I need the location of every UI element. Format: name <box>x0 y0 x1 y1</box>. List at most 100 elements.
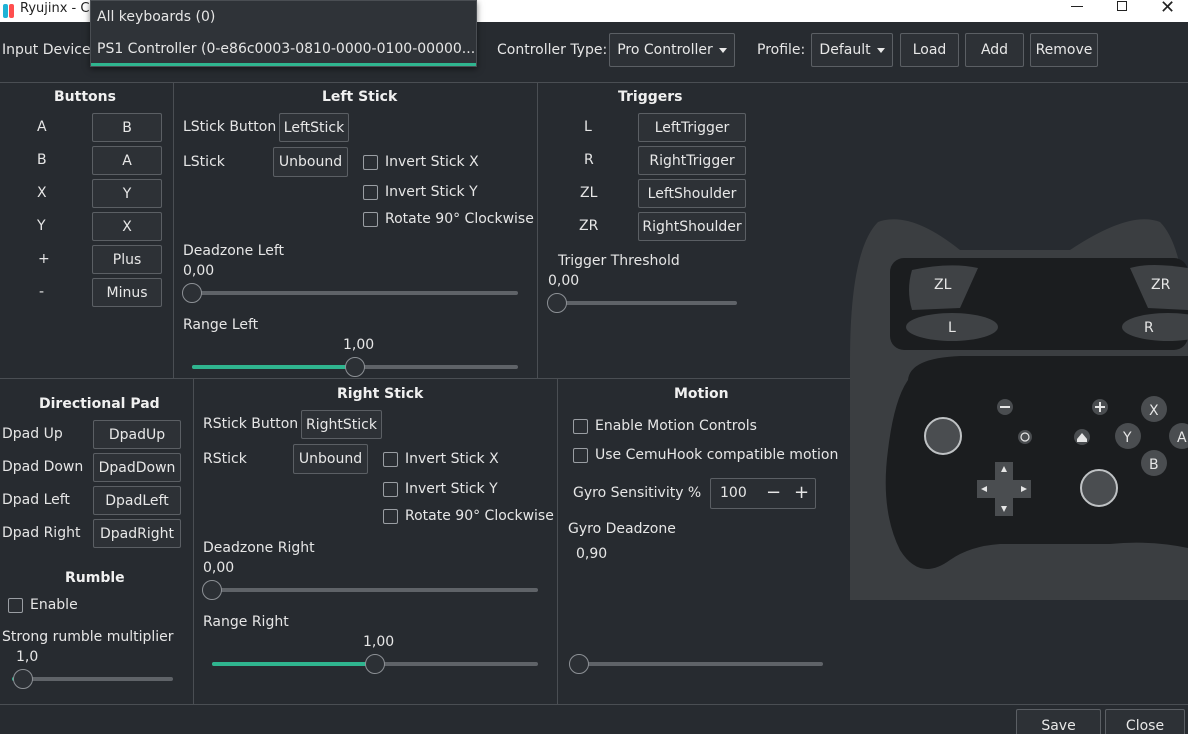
trigger-key-label: R <box>584 152 594 168</box>
controller-diagram: ZL ZR L R X Y A B <box>850 219 1188 600</box>
range-left-value: 1,00 <box>343 337 375 353</box>
minimize-icon[interactable] <box>1071 6 1083 7</box>
close-window-icon[interactable]: ✕ <box>1160 0 1175 18</box>
button-key-label: A <box>37 119 47 135</box>
strong-rumble-label: Strong rumble multiplier <box>2 629 174 645</box>
cemuhook-checkbox[interactable]: Use CemuHook compatible motion <box>573 447 838 463</box>
app-logo-icon <box>3 4 15 18</box>
trigger-threshold-slider[interactable] <box>547 293 737 313</box>
close-button[interactable]: Close <box>1105 709 1185 734</box>
dpad-key-label: Dpad Up <box>2 426 63 442</box>
left-stick-shape <box>924 417 962 455</box>
load-profile-button[interactable]: Load <box>900 33 959 67</box>
button-y-binding[interactable]: X <box>92 212 162 241</box>
right-invert-y-checkbox[interactable]: Invert Stick Y <box>383 481 498 497</box>
gyro-deadzone-slider[interactable] <box>569 654 823 674</box>
rstick-button-label: RStick Button <box>203 416 299 432</box>
buttons-section-title: Buttons <box>54 89 116 105</box>
gyro-sensitivity-label: Gyro Sensitivity % <box>573 485 702 501</box>
enable-motion-checkbox[interactable]: Enable Motion Controls <box>573 418 757 434</box>
dpad-right-binding[interactable]: DpadRight <box>93 519 181 548</box>
trigger-l-binding[interactable]: LeftTrigger <box>638 113 746 142</box>
increment-icon[interactable]: + <box>794 482 809 503</box>
maximize-icon[interactable] <box>1117 1 1127 11</box>
dpad-key-label: Dpad Right <box>2 525 81 541</box>
button-key-label: B <box>37 152 47 168</box>
range-left-slider[interactable] <box>192 357 518 377</box>
range-right-label: Range Right <box>203 614 289 630</box>
remove-profile-button[interactable]: Remove <box>1030 33 1098 67</box>
gyro-deadzone-value: 0,90 <box>576 546 608 562</box>
profile-select[interactable]: Default <box>811 33 893 67</box>
range-right-value: 1,00 <box>363 634 395 650</box>
dpad-key-label: Dpad Left <box>2 492 70 508</box>
lstick-button-binding[interactable]: LeftStick <box>279 113 349 142</box>
dropdown-option[interactable]: All keyboards (0) <box>91 1 476 33</box>
dpad-up-binding[interactable]: DpadUp <box>93 420 181 449</box>
controller-type-select[interactable]: Pro Controller <box>609 33 735 67</box>
button-key-label: X <box>37 185 47 201</box>
rumble-section-title: Rumble <box>65 570 125 586</box>
button-minus-binding[interactable]: Minus <box>92 278 162 307</box>
left-rotate-checkbox[interactable]: Rotate 90° Clockwise <box>363 211 534 227</box>
zr-label: ZR <box>1151 277 1171 293</box>
decrement-icon[interactable]: − <box>766 482 781 503</box>
right-stick-shape <box>1080 469 1118 507</box>
dpad-down-binding[interactable]: DpadDown <box>93 453 181 482</box>
lstick-binding[interactable]: Unbound <box>273 147 348 177</box>
button-b-binding[interactable]: A <box>92 146 162 175</box>
rumble-enable-checkbox[interactable]: Enable <box>8 597 78 613</box>
trigger-threshold-value: 0,00 <box>548 273 580 289</box>
button-a-binding[interactable]: B <box>92 113 162 142</box>
triggers-section-title: Triggers <box>618 89 683 105</box>
dpad-section-title: Directional Pad <box>39 396 160 412</box>
dpad-key-label: Dpad Down <box>2 459 84 475</box>
x-label: X <box>1149 403 1159 419</box>
deadzone-left-label: Deadzone Left <box>183 243 285 259</box>
trigger-zr-binding[interactable]: RightShoulder <box>638 212 746 241</box>
gyro-sensitivity-value: 100 <box>720 485 747 501</box>
trigger-r-binding[interactable]: RightTrigger <box>638 146 746 175</box>
button-plus-binding[interactable]: Plus <box>92 245 162 274</box>
gyro-deadzone-label: Gyro Deadzone <box>568 521 676 537</box>
gyro-sensitivity-stepper[interactable]: 100 − + <box>710 478 816 509</box>
button-key-label: + <box>38 251 50 267</box>
deadzone-right-slider[interactable] <box>202 580 538 600</box>
button-key-label: Y <box>37 218 46 234</box>
input-device-label: Input Device <box>2 42 91 58</box>
trigger-key-label: ZR <box>579 218 599 234</box>
deadzone-right-label: Deadzone Right <box>203 540 315 556</box>
left-invert-x-checkbox[interactable]: Invert Stick X <box>363 154 479 170</box>
motion-section-title: Motion <box>674 386 729 402</box>
range-right-slider[interactable] <box>212 654 538 674</box>
toolbar-divider <box>0 82 1188 83</box>
strong-rumble-slider[interactable] <box>12 669 173 689</box>
save-button[interactable]: Save <box>1016 709 1101 734</box>
trigger-zl-binding[interactable]: LeftShoulder <box>638 179 746 208</box>
add-profile-button[interactable]: Add <box>965 33 1024 67</box>
b-label: B <box>1149 457 1159 473</box>
rstick-binding[interactable]: Unbound <box>293 444 368 474</box>
window-title: Ryujinx - Co <box>20 1 98 16</box>
strong-rumble-value: 1,0 <box>16 649 39 665</box>
trigger-key-label: L <box>584 119 592 135</box>
right-stick-section-title: Right Stick <box>337 386 424 402</box>
l-label: L <box>948 320 956 336</box>
deadzone-right-value: 0,00 <box>203 560 235 576</box>
rstick-button-binding[interactable]: RightStick <box>301 410 382 439</box>
input-device-dropdown[interactable]: All keyboards (0) PS1 Controller (0-e86c… <box>90 0 477 67</box>
dropdown-option-selected[interactable]: PS1 Controller (0-e86c0003-0810-0000-010… <box>91 34 476 66</box>
right-invert-x-checkbox[interactable]: Invert Stick X <box>383 451 499 467</box>
left-stick-section-title: Left Stick <box>322 89 398 105</box>
dpad-left-binding[interactable]: DpadLeft <box>93 486 181 515</box>
lstick-button-label: LStick Button <box>183 119 277 135</box>
left-invert-y-checkbox[interactable]: Invert Stick Y <box>363 184 478 200</box>
profile-label: Profile: <box>757 42 806 58</box>
lstick-label: LStick <box>183 154 225 170</box>
right-rotate-checkbox[interactable]: Rotate 90° Clockwise <box>383 508 554 524</box>
deadzone-left-slider[interactable] <box>182 283 518 303</box>
controller-type-label: Controller Type: <box>497 42 608 58</box>
button-x-binding[interactable]: Y <box>92 179 162 208</box>
y-label: Y <box>1122 430 1132 446</box>
r-label: R <box>1144 320 1154 336</box>
